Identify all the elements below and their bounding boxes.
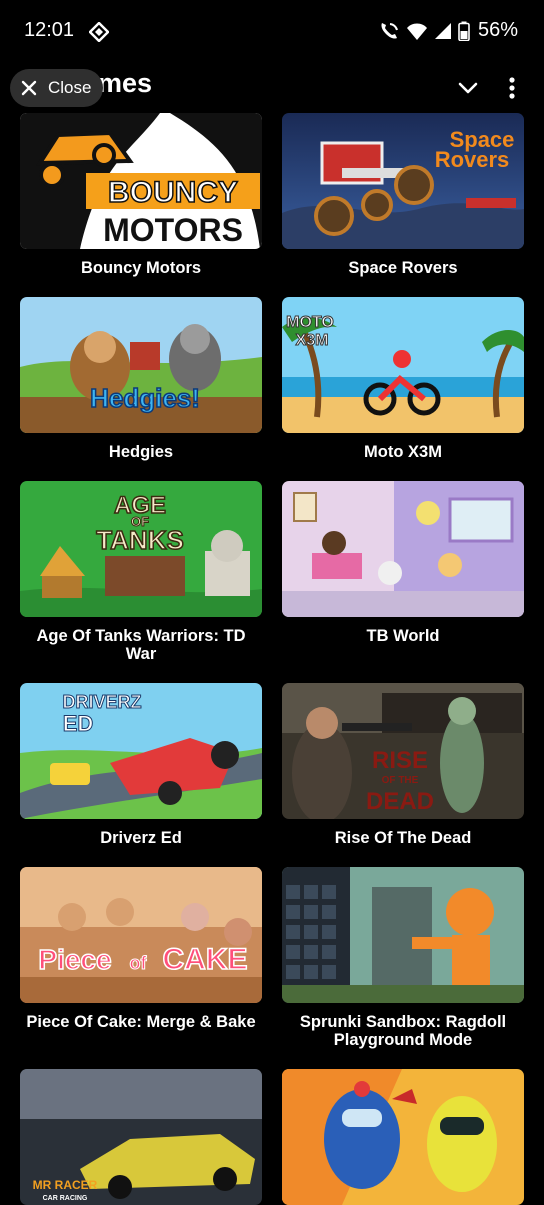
art-text: MR RACER <box>33 1178 98 1192</box>
game-card-age-of-tanks[interactable]: AGE OF TANKS Age Of Tanks Warriors: TD W… <box>20 481 262 663</box>
game-title: TB World <box>366 627 440 645</box>
game-thumbnail: MOTO X3M <box>282 297 524 433</box>
game-card-hedgies[interactable]: Hedgies! Hedgies <box>20 297 262 461</box>
art-text: CAKE <box>162 943 247 976</box>
game-card-mr-racer[interactable]: MR RACER CAR RACING <box>20 1069 262 1205</box>
game-thumbnail: AGE OF TANKS <box>20 481 262 617</box>
game-title: Piece Of Cake: Merge & Bake <box>26 1013 256 1031</box>
game-card-sprunki-sandbox[interactable]: Sprunki Sandbox: Ragdoll Playground Mode <box>282 867 524 1049</box>
game-title: Hedgies <box>108 443 174 461</box>
art-text: Hedgies! <box>90 383 200 413</box>
game-thumbnail: MR RACER CAR RACING <box>20 1069 262 1205</box>
game-title: Sprunki Sandbox: Ragdoll Playground Mode <box>299 1013 507 1049</box>
art-text: DEAD <box>366 788 434 815</box>
art-text: DRIVERZ <box>62 692 141 712</box>
game-title: Age Of Tanks Warriors: TD War <box>36 627 246 663</box>
game-thumbnail <box>282 481 524 617</box>
game-card-driverz-ed[interactable]: DRIVERZ ED Driverz Ed <box>20 683 262 847</box>
games-grid: BOUNCY MOTORS Bouncy Motors Space Rovers… <box>0 0 544 1205</box>
game-thumbnail: RISE OF THE DEAD <box>282 683 524 819</box>
game-card-rise-of-the-dead[interactable]: RISE OF THE DEAD Rise Of The Dead <box>282 683 524 847</box>
game-card-tb-world[interactable]: TB World <box>282 481 524 645</box>
art-text: MOTO <box>286 314 334 331</box>
art-text: MOTORS <box>103 212 243 248</box>
app-header: mes Close <box>0 64 544 114</box>
game-thumbnail: BOUNCY MOTORS <box>20 113 262 249</box>
game-thumbnail: Space Rovers <box>282 113 524 249</box>
art-text: CAR RACING <box>43 1195 88 1202</box>
page-title: mes <box>98 68 153 98</box>
game-card-piece-of-cake[interactable]: Piece of CAKE Piece Of Cake: Merge & Bak… <box>20 867 262 1031</box>
game-title: Space Rovers <box>348 259 458 277</box>
game-thumbnail <box>282 867 524 1003</box>
close-icon <box>21 80 37 96</box>
art-text: TANKS <box>96 525 184 555</box>
game-title: Rise Of The Dead <box>334 829 472 847</box>
game-title: Driverz Ed <box>100 829 182 847</box>
close-label: Close <box>48 78 92 97</box>
game-thumbnail: Hedgies! <box>20 297 262 433</box>
art-text: of <box>130 953 148 973</box>
art-text: OF THE <box>382 775 419 786</box>
game-card-moto-x3m[interactable]: MOTO X3M Moto X3M <box>282 297 524 461</box>
art-text: BOUNCY <box>108 176 238 209</box>
more-vert-icon[interactable] <box>498 74 526 102</box>
game-card-unlabeled[interactable] <box>282 1069 524 1205</box>
art-text: X3M <box>296 332 329 349</box>
game-thumbnail: DRIVERZ ED <box>20 683 262 819</box>
art-text: ED <box>63 711 94 736</box>
game-thumbnail <box>282 1069 524 1205</box>
game-card-space-rovers[interactable]: Space Rovers Space Rovers <box>282 113 524 277</box>
chevron-down-icon[interactable] <box>454 74 482 102</box>
art-text: Piece <box>38 944 111 975</box>
game-thumbnail: Piece of CAKE <box>20 867 262 1003</box>
art-text: RISE <box>372 747 428 774</box>
game-title: Moto X3M <box>364 443 442 461</box>
game-card-bouncy-motors[interactable]: BOUNCY MOTORS Bouncy Motors <box>20 113 262 277</box>
close-button[interactable]: Close <box>10 69 103 107</box>
art-text: Rovers <box>435 147 510 172</box>
game-title: Bouncy Motors <box>80 259 202 277</box>
